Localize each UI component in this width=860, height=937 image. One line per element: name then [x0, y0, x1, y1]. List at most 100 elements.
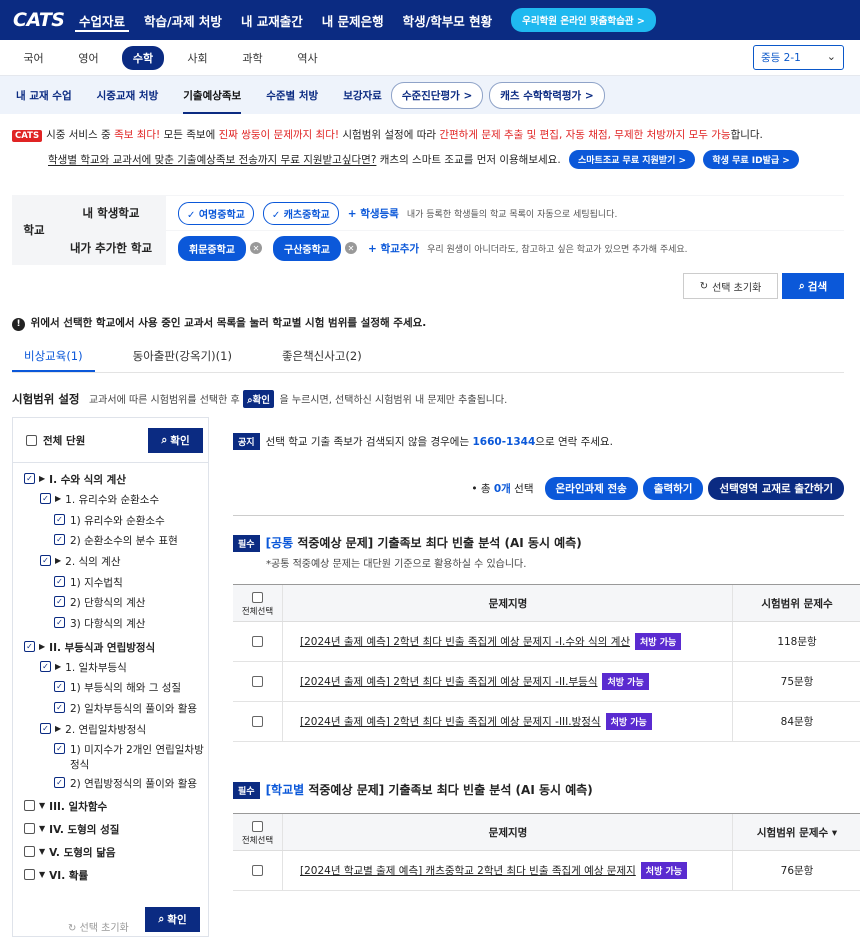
tree-node[interactable]: ✓ 2) 단항식의 계산 — [54, 595, 145, 610]
close-icon[interactable]: ✕ — [250, 242, 262, 254]
publish-textbook-button[interactable]: 선택영역 교재로 출간하기 — [708, 476, 844, 500]
unit-checkbox[interactable] — [24, 823, 35, 834]
tab-donga[interactable]: 동아출판(강옥기)(1) — [121, 348, 244, 372]
tab-my-textbook-class[interactable]: 내 교재 수업 — [16, 76, 72, 114]
unit-checkbox[interactable]: ✓ — [24, 473, 35, 484]
caret-right-icon[interactable]: ▶ — [55, 494, 61, 503]
smart-assistant-button[interactable]: 스마트조교 무료 지원받기 > — [569, 150, 696, 169]
level-diagnosis-button[interactable]: 수준진단평가 > — [390, 81, 484, 109]
search-button[interactable]: ⌕ 검색 — [782, 273, 844, 299]
unit-checkbox[interactable] — [24, 800, 35, 811]
tree-node[interactable]: ✓ 1) 지수법칙 — [54, 575, 123, 590]
unit-checkbox[interactable] — [24, 846, 35, 857]
tree-node[interactable]: ✓ ▶ 1. 유리수와 순환소수 — [40, 492, 159, 507]
tab-level-prescription[interactable]: 수준별 처방 — [266, 76, 318, 114]
subject-science[interactable]: 과학 — [225, 50, 280, 66]
math-assessment-button[interactable]: 캐츠 수학학력평가 > — [489, 81, 605, 109]
unit-checkbox[interactable]: ✓ — [40, 493, 51, 504]
sheet-name-link[interactable]: [2024년 출제 예측] 2학년 최다 빈출 족집게 예상 문제지 -I.수와… — [300, 634, 630, 649]
tree-node[interactable]: ✓ ▶ I. 수와 식의 계산 — [24, 472, 126, 487]
school-chip-yeomyeong[interactable]: ✓ 여명중학교 — [178, 201, 254, 225]
add-school-link[interactable]: + 학교추가 — [368, 241, 419, 256]
table-row[interactable]: [2024년 출제 예측] 2학년 최다 빈출 족집게 예상 문제지 -III.… — [233, 702, 860, 742]
nav-learning-prescription[interactable]: 학습/과제 처방 — [144, 0, 222, 40]
reset-selection-button[interactable]: ↻ 선택 초기화 — [683, 273, 778, 299]
row-checkbox[interactable] — [252, 865, 263, 876]
select-all-checkbox[interactable] — [252, 820, 263, 832]
sheet-name-link[interactable]: [2024년 출제 예측] 2학년 최다 빈출 족집게 예상 문제지 -III.… — [300, 714, 601, 729]
row-checkbox[interactable] — [252, 636, 263, 647]
student-id-button[interactable]: 학생 무료 ID발급 > — [703, 150, 799, 169]
subject-math[interactable]: 수학 — [122, 45, 164, 70]
tree-node[interactable]: ✓ 2) 일차부등식의 풀이와 활용 — [54, 701, 197, 716]
tab-supplementary[interactable]: 보강자료 — [343, 76, 382, 114]
add-student-link[interactable]: + 학생등록 — [348, 206, 399, 221]
caret-down-icon[interactable]: ▼ — [39, 870, 45, 879]
online-learning-promo-button[interactable]: 우리학원 온라인 맞춤학습관 > — [511, 8, 656, 32]
tree-reset-button[interactable]: ↻ 선택 초기화 — [68, 919, 129, 934]
caret-down-icon[interactable]: ▼ — [39, 824, 45, 833]
unit-checkbox[interactable]: ✓ — [40, 723, 51, 734]
unit-checkbox[interactable]: ✓ — [54, 576, 65, 587]
send-online-assignment-button[interactable]: 온라인과제 전송 — [544, 476, 638, 500]
table-row[interactable]: [2024년 출제 예측] 2학년 최다 빈출 족집게 예상 문제지 -II.부… — [233, 662, 860, 702]
caret-right-icon[interactable]: ▶ — [55, 662, 61, 671]
tab-sinsago[interactable]: 좋은책신사고(2) — [270, 348, 374, 372]
subject-social[interactable]: 사회 — [170, 50, 225, 66]
nav-class-materials[interactable]: 수업자료 — [74, 0, 130, 40]
caret-right-icon[interactable]: ▶ — [55, 556, 61, 565]
unit-checkbox[interactable]: ✓ — [24, 641, 35, 652]
unit-checkbox[interactable]: ✓ — [54, 596, 65, 607]
tree-node[interactable]: ✓ 3) 다항식의 계산 — [54, 616, 145, 631]
unit-checkbox[interactable]: ✓ — [54, 681, 65, 692]
tree-node[interactable]: ▼ VI. 확률 — [24, 868, 88, 883]
row-checkbox[interactable] — [252, 676, 263, 687]
tree-node[interactable]: ▼ III. 일차함수 — [24, 799, 107, 814]
confirm-button[interactable]: ⌕ 확인 — [148, 428, 203, 453]
tree-node[interactable]: ✓ 1) 유리수와 순환소수 — [54, 513, 165, 528]
caret-down-icon[interactable]: ▼ — [39, 801, 45, 810]
unit-checkbox[interactable]: ✓ — [54, 743, 65, 754]
tree-node[interactable]: ▼ IV. 도형의 성질 — [24, 822, 119, 837]
select-all-units-checkbox[interactable] — [26, 435, 37, 446]
unit-checkbox[interactable] — [24, 869, 35, 880]
school-chip-whimoon[interactable]: 휘문중학교 — [178, 235, 246, 261]
unit-checkbox[interactable]: ✓ — [40, 555, 51, 566]
tab-exam-prediction[interactable]: 기출예상족보 — [183, 76, 241, 114]
school-chip-cats[interactable]: ✓ 캐츠중학교 — [262, 201, 339, 225]
unit-checkbox[interactable]: ✓ — [54, 617, 65, 628]
tree-node[interactable]: 정식 — [70, 757, 89, 772]
tree-node[interactable]: ✓ 2) 순환소수의 분수 표현 — [54, 533, 178, 548]
school-chip-gusan[interactable]: 구산중학교 — [273, 235, 341, 261]
tree-node[interactable]: ✓ 1) 부등식의 해와 그 성질 — [54, 680, 181, 695]
unit-checkbox[interactable]: ✓ — [54, 514, 65, 525]
nav-student-status[interactable]: 학생/학부모 현황 — [403, 0, 492, 40]
tree-node[interactable]: ✓ ▶ 2. 식의 계산 — [40, 554, 121, 569]
cats-logo[interactable]: CATS — [13, 9, 65, 31]
unit-checkbox[interactable]: ✓ — [40, 661, 51, 672]
sheet-name-link[interactable]: [2024년 출제 예측] 2학년 최다 빈출 족집게 예상 문제지 -II.부… — [300, 674, 597, 689]
print-button[interactable]: 출력하기 — [642, 476, 704, 500]
tab-market-textbook[interactable]: 시중교재 처방 — [97, 76, 159, 114]
subject-history[interactable]: 역사 — [280, 50, 335, 66]
table-row[interactable]: [2024년 출제 예측] 2학년 최다 빈출 족집게 예상 문제지 -I.수와… — [233, 622, 860, 662]
unit-checkbox[interactable]: ✓ — [54, 702, 65, 713]
sheet-name-link[interactable]: [2024년 학교별 출제 예측] 캐츠중학교 2학년 최다 빈출 족집게 예상… — [300, 863, 636, 878]
tree-node[interactable]: ✓ 2) 연립방정식의 풀이와 활용 — [54, 776, 197, 791]
subject-english[interactable]: 영어 — [61, 50, 116, 66]
tree-node[interactable]: ▼ V. 도형의 닮음 — [24, 845, 116, 860]
subject-korean[interactable]: 국어 — [6, 50, 61, 66]
tree-confirm-button[interactable]: ⌕ 확인 — [145, 907, 200, 932]
table-row[interactable]: [2024년 학교별 출제 예측] 캐츠중학교 2학년 최다 빈출 족집게 예상… — [233, 851, 860, 891]
caret-right-icon[interactable]: ▶ — [39, 474, 45, 483]
tree-node[interactable]: ✓ ▶ 2. 연립일차방정식 — [40, 722, 146, 737]
tree-node[interactable]: ✓ 1) 미지수가 2개인 연립일차방 — [54, 742, 204, 757]
select-all-checkbox[interactable] — [252, 591, 263, 603]
close-icon[interactable]: ✕ — [345, 242, 357, 254]
nav-question-bank[interactable]: 내 문제은행 — [322, 0, 384, 40]
caret-down-icon[interactable]: ▼ — [39, 847, 45, 856]
caret-right-icon[interactable]: ▶ — [55, 724, 61, 733]
unit-checkbox[interactable]: ✓ — [54, 777, 65, 788]
nav-my-publishing[interactable]: 내 교재출간 — [241, 0, 303, 40]
unit-checkbox[interactable]: ✓ — [54, 534, 65, 545]
